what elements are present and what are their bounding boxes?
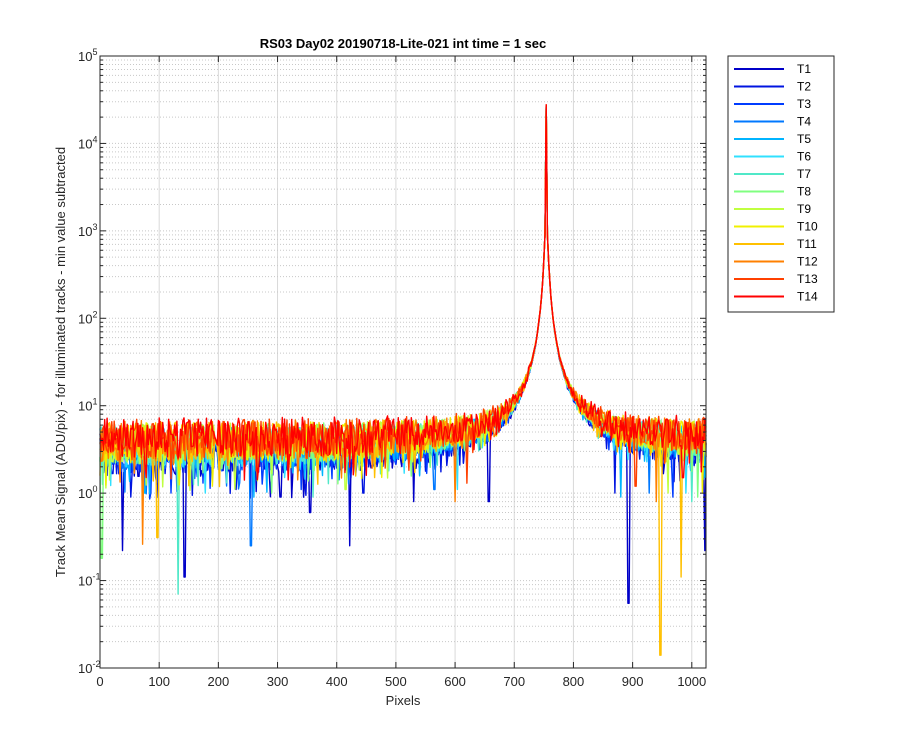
legend-label-t6: T6 bbox=[797, 150, 811, 164]
y-axis-label: Track Mean Signal (ADU/pix) - for illumi… bbox=[53, 147, 68, 577]
x-tick-label: 100 bbox=[148, 674, 170, 689]
x-tick-label: 400 bbox=[326, 674, 348, 689]
x-tick-label: 500 bbox=[385, 674, 407, 689]
legend-label-t1: T1 bbox=[797, 62, 811, 76]
legend-label-t3: T3 bbox=[797, 97, 811, 111]
x-tick-label: 700 bbox=[503, 674, 525, 689]
legend-label-t5: T5 bbox=[797, 132, 811, 146]
legend-box bbox=[727, 55, 835, 313]
legend-label-t9: T9 bbox=[797, 202, 811, 216]
chart-title: RS03 Day02 20190718-Lite-021 int time = … bbox=[260, 36, 547, 51]
legend-label-t8: T8 bbox=[797, 185, 811, 199]
legend-label-t12: T12 bbox=[797, 255, 818, 269]
legend-label-t14: T14 bbox=[797, 290, 818, 304]
x-tick-label: 0 bbox=[96, 674, 103, 689]
legend-label-t13: T13 bbox=[797, 272, 818, 286]
x-tick-label: 900 bbox=[622, 674, 644, 689]
x-tick-label: 800 bbox=[563, 674, 585, 689]
x-tick-label: 600 bbox=[444, 674, 466, 689]
legend-label-t2: T2 bbox=[797, 80, 811, 94]
line-chart: 0 100 200 300 400 500 600 700 800 900 100010-210-1… bbox=[0, 0, 900, 750]
x-tick-label: 300 bbox=[267, 674, 289, 689]
legend-label-t11: T11 bbox=[797, 237, 817, 251]
legend-label-t4: T4 bbox=[797, 115, 811, 129]
x-axis-label: Pixels bbox=[386, 693, 421, 708]
legend-label-t7: T7 bbox=[797, 167, 811, 181]
legend-label-t10: T10 bbox=[797, 220, 818, 234]
x-tick-label: 1000 bbox=[677, 674, 706, 689]
x-tick-label: 200 bbox=[208, 674, 230, 689]
legend: T1 T2 T3 T4 T5 T6 T7 T8 T9 T10 T11 T12 T13 T14 bbox=[727, 55, 835, 313]
